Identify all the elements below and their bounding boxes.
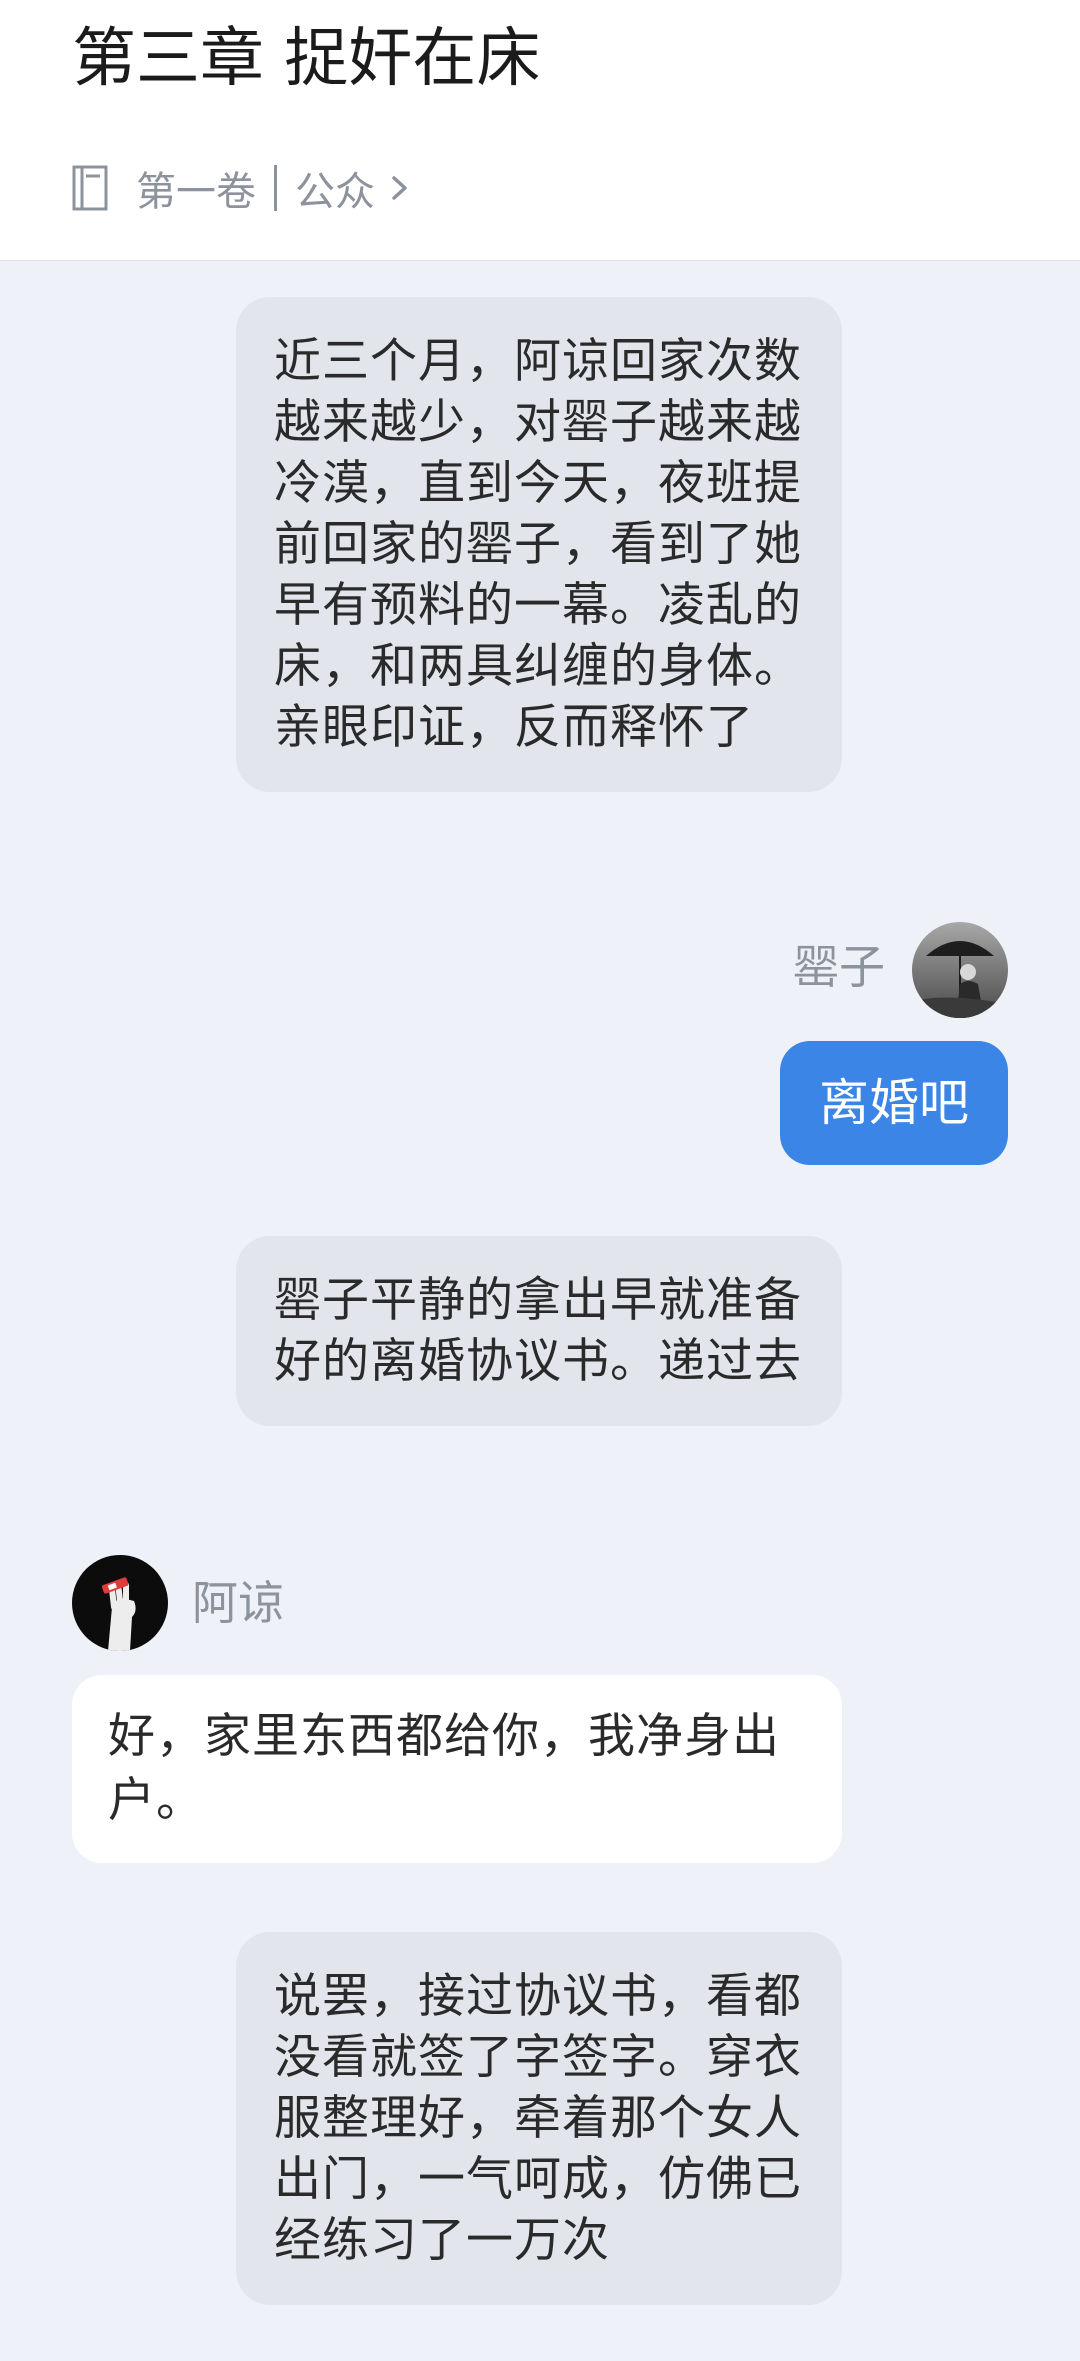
avatar-left[interactable]: [72, 1555, 168, 1651]
chat-area[interactable]: 近三个月，阿谅回家次数越来越少，对罂子越来越冷漠，直到今天，夜班提前回家的罂子，…: [0, 261, 1080, 2361]
avatar-right[interactable]: [912, 922, 1008, 1018]
narration-bubble: 说罢，接过协议书，看都没看就签了字签字。穿衣服整理好，牵着那个女人出门，一气呵成…: [236, 1932, 842, 2305]
message-bubble-left[interactable]: 好，家里东西都给你，我净身出户。: [72, 1675, 842, 1863]
book-icon: [72, 165, 108, 211]
umbrella-portrait-icon: [912, 922, 1008, 1018]
author-label[interactable]: 公众: [295, 159, 375, 217]
breadcrumb[interactable]: 第一卷 公众: [72, 158, 411, 218]
breadcrumb-divider: [274, 165, 277, 211]
hand-portrait-icon: [72, 1555, 168, 1651]
chapter-title: 第三章 捉奸在床: [72, 22, 541, 96]
chapter-header: 第三章 捉奸在床 第一卷 公众: [0, 0, 1080, 261]
volume-label[interactable]: 第一卷: [136, 159, 256, 217]
chevron-right-icon[interactable]: [389, 173, 411, 203]
narration-bubble: 近三个月，阿谅回家次数越来越少，对罂子越来越冷漠，直到今天，夜班提前回家的罂子，…: [236, 297, 842, 792]
message-bubble-right[interactable]: 离婚吧: [780, 1041, 1008, 1165]
sender-name-left: 阿谅: [192, 1576, 284, 1630]
sender-name-right: 罂子: [793, 940, 885, 994]
narration-bubble: 罂子平静的拿出早就准备好的离婚协议书。递过去: [236, 1236, 842, 1426]
